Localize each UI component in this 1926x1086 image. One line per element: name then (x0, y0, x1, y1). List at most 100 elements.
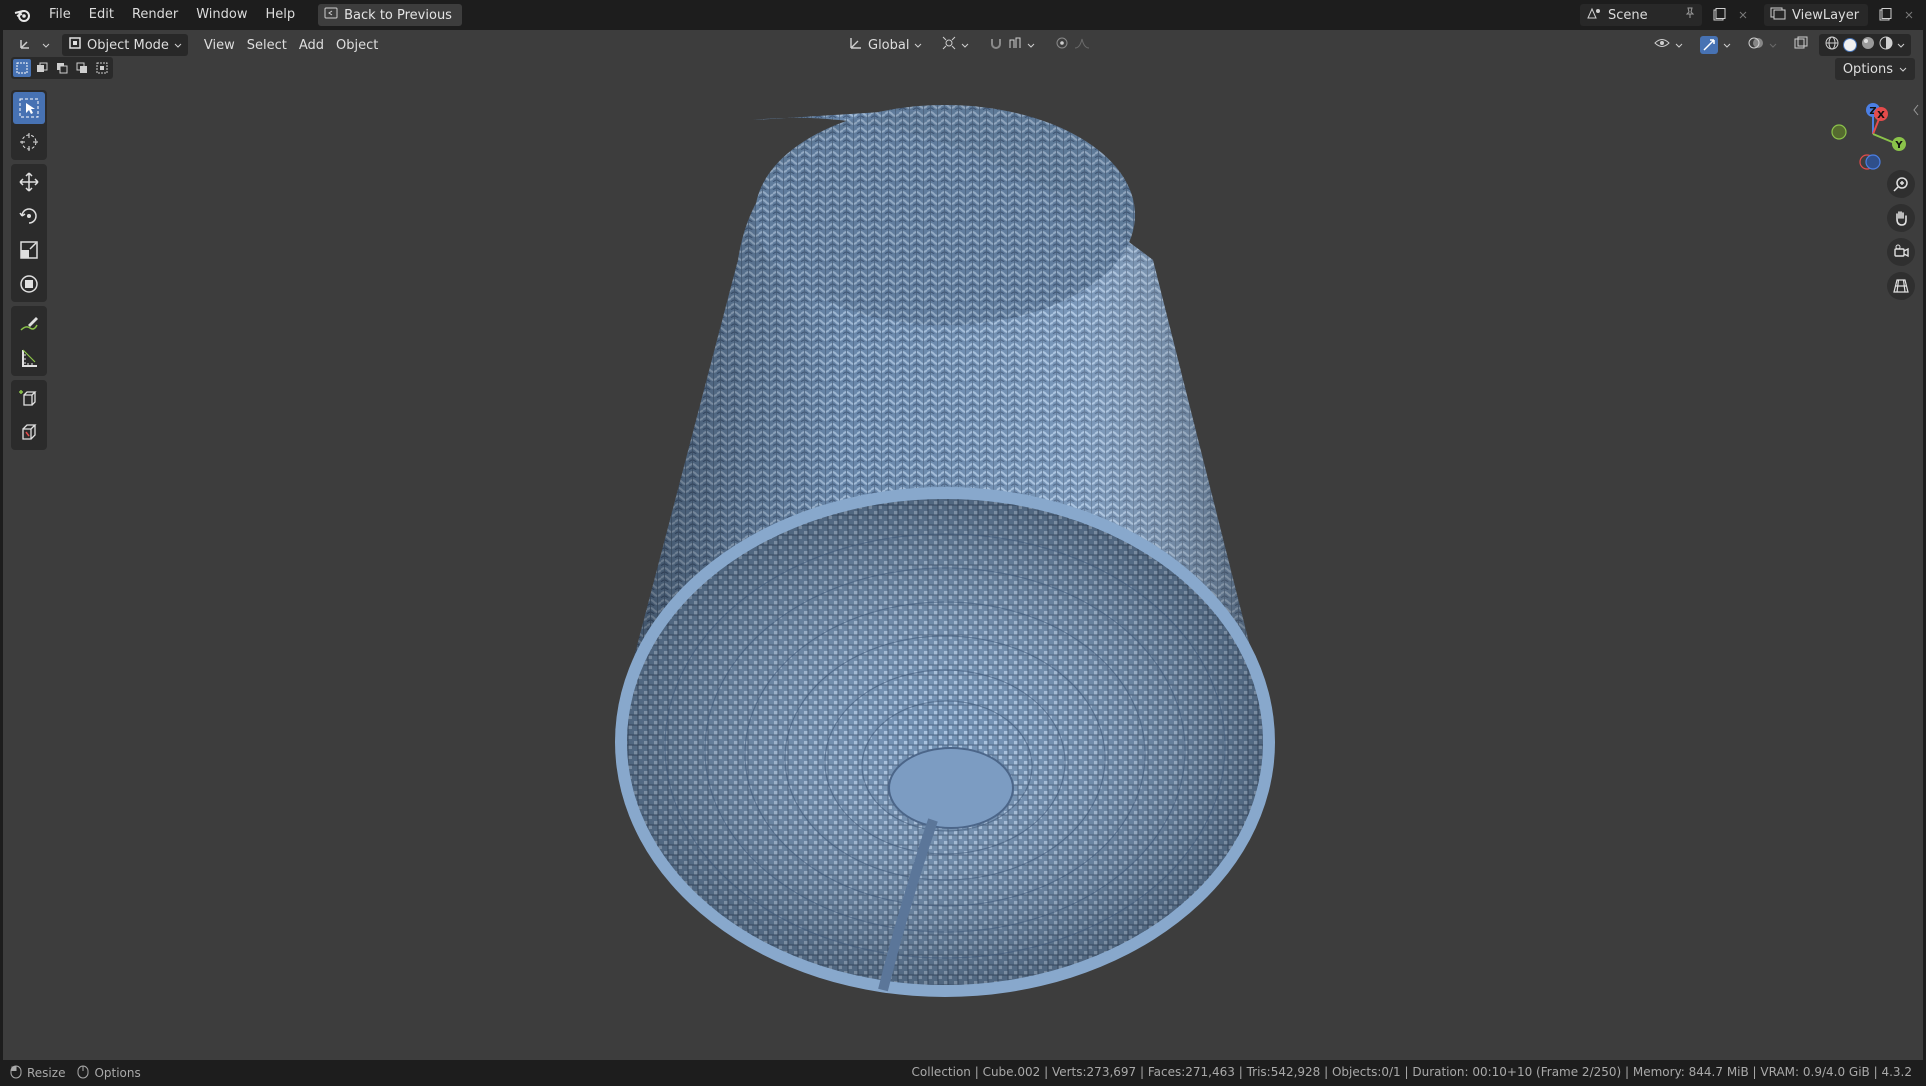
transform-orientation-dropdown[interactable]: Global (843, 34, 928, 56)
menu-view[interactable]: View (198, 34, 241, 56)
menu-render[interactable]: Render (123, 4, 187, 26)
mouse-icon (10, 1065, 22, 1082)
status-bar: Resize Options Collection | Cube.002 | V… (0, 1060, 1926, 1086)
zoom-icon[interactable] (1887, 170, 1915, 198)
proportional-editing-toggle[interactable] (1049, 34, 1096, 56)
delete-view-layer-icon[interactable] (1902, 4, 1916, 26)
menu-select[interactable]: Select (241, 34, 293, 56)
chevron-down-icon (1899, 62, 1907, 77)
xray-toggle[interactable] (1788, 34, 1814, 56)
viewport-navigation-buttons (1887, 170, 1915, 300)
visibility-dropdown[interactable] (1648, 34, 1689, 56)
perspective-grid-icon[interactable] (1887, 272, 1915, 300)
editor-type-icon (19, 36, 37, 54)
wireframe-shading-icon[interactable] (1825, 36, 1839, 54)
view-layer-selector[interactable]: ViewLayer (1764, 4, 1868, 26)
rendered-shading-icon[interactable] (1879, 36, 1893, 54)
cursor-tool-icon[interactable] (13, 126, 45, 158)
material-shading-icon[interactable] (1861, 36, 1875, 54)
camera-view-icon[interactable] (1887, 238, 1915, 266)
neg-y-axis-icon[interactable] (1831, 124, 1847, 140)
sidebar-toggle-icon[interactable] (1911, 102, 1921, 118)
blender-logo-icon[interactable] (12, 4, 34, 26)
overlays-toggle[interactable] (1742, 34, 1783, 56)
xray-icon (1794, 36, 1808, 54)
add-cube-tool-icon[interactable] (13, 382, 45, 414)
orientation-label: Global (868, 37, 910, 53)
pivot-point-dropdown[interactable] (936, 34, 975, 56)
object-mode-dropdown[interactable]: Object Mode (62, 34, 188, 56)
menu-edit[interactable]: Edit (80, 4, 123, 26)
chevron-down-icon (914, 38, 922, 53)
viewport-header: Object Mode View Select Add Object Globa… (3, 30, 1923, 60)
tool-group-annotate (11, 306, 47, 376)
chevron-down-icon (174, 38, 182, 53)
back-to-previous-button[interactable]: Back to Previous (318, 4, 462, 26)
menu-object[interactable]: Object (330, 34, 384, 56)
3d-viewport[interactable]: Object Mode View Select Add Object Globa… (3, 30, 1923, 1060)
select-new-icon[interactable] (13, 59, 31, 77)
select-box-tool-icon[interactable] (13, 92, 45, 124)
delete-scene-icon[interactable] (1736, 4, 1750, 26)
options-label: Options (1842, 61, 1893, 77)
chevron-down-icon (1897, 38, 1905, 53)
menu-add[interactable]: Add (293, 34, 330, 56)
menu-window[interactable]: Window (187, 4, 256, 26)
move-tool-icon[interactable] (13, 166, 45, 198)
viewport-options-button[interactable]: Options (1834, 58, 1915, 80)
status-options-label: Options (94, 1066, 141, 1080)
tool-group-select (11, 90, 47, 160)
menu-file[interactable]: File (40, 4, 80, 26)
add-object-tool-icon[interactable] (13, 416, 45, 448)
select-extend-icon[interactable] (33, 59, 51, 77)
falloff-icon[interactable] (1074, 36, 1090, 54)
tool-group-add (11, 380, 47, 450)
transform-tool-icon[interactable] (13, 268, 45, 300)
pivot-icon (942, 36, 956, 54)
select-intersect-icon[interactable] (93, 59, 111, 77)
solid-shading-icon[interactable] (1843, 38, 1857, 52)
object-mode-label: Object Mode (87, 37, 169, 53)
snap-toggle[interactable] (983, 34, 1041, 56)
top-menu-bar: File Edit Render Window Help Back to Pre… (0, 0, 1926, 30)
scene-icon (1586, 6, 1602, 24)
eye-filter-icon (1654, 36, 1670, 54)
snap-target-icon[interactable] (1008, 36, 1022, 54)
scene-name: Scene (1608, 7, 1648, 23)
measure-tool-icon[interactable] (13, 342, 45, 374)
pin-icon[interactable] (1684, 7, 1696, 23)
menu-help[interactable]: Help (257, 4, 305, 26)
neg-z-axis-icon[interactable] (1865, 154, 1881, 170)
woven-cylinder-mesh[interactable] (3, 30, 1923, 1060)
scale-tool-icon[interactable] (13, 234, 45, 266)
editor-type-button[interactable] (13, 34, 56, 56)
gizmo-icon (1700, 36, 1718, 54)
chevron-down-icon (1769, 38, 1777, 53)
y-axis-label: Y (1894, 140, 1903, 151)
rotate-tool-icon[interactable] (13, 200, 45, 232)
proportional-icon (1055, 36, 1069, 54)
orientation-icon (849, 36, 863, 54)
object-mode-icon (68, 36, 82, 54)
overlays-icon (1748, 36, 1764, 54)
pan-hand-icon[interactable] (1887, 204, 1915, 232)
status-resize-hint: Resize (10, 1065, 65, 1082)
gizmo-toggle[interactable] (1694, 34, 1737, 56)
tool-group-transform (11, 164, 47, 302)
tool-shelf (11, 90, 47, 450)
magnet-icon (989, 36, 1003, 54)
select-subtract-icon[interactable] (53, 59, 71, 77)
new-scene-icon[interactable] (1708, 4, 1730, 26)
new-view-layer-icon[interactable] (1874, 4, 1896, 26)
basket-top-shading (755, 105, 1135, 325)
chevron-down-icon (1027, 38, 1035, 53)
back-to-previous-label: Back to Previous (344, 7, 452, 23)
annotate-tool-icon[interactable] (13, 308, 45, 340)
chevron-down-icon (42, 38, 50, 53)
chevron-down-icon (961, 38, 969, 53)
status-resize-label: Resize (27, 1066, 66, 1080)
select-invert-icon[interactable] (73, 59, 91, 77)
scene-selector[interactable]: Scene (1580, 4, 1702, 26)
x-axis-label: X (1877, 110, 1885, 121)
scene-statistics: Collection | Cube.002 | Verts:273,697 | … (911, 1065, 1912, 1079)
